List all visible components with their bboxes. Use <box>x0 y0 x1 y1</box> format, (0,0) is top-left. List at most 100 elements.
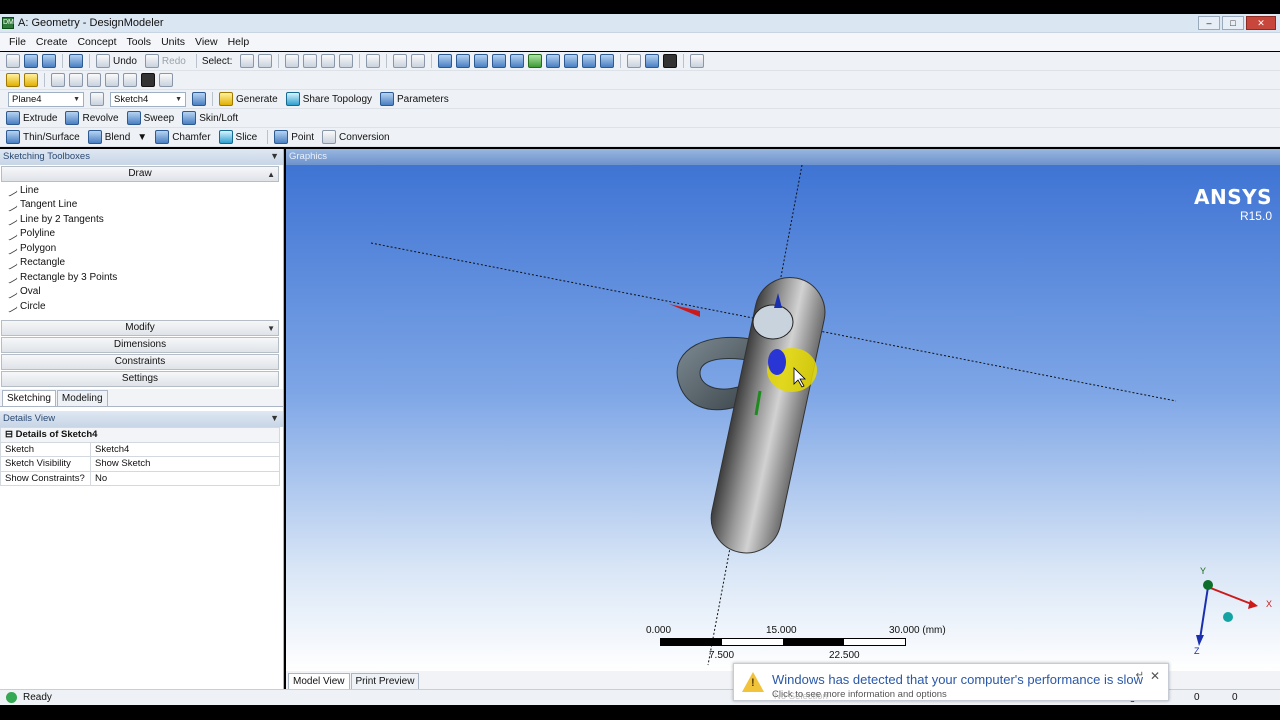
isometric-view-icon[interactable] <box>600 54 615 68</box>
generate-icon[interactable] <box>219 92 233 106</box>
collapse-icon[interactable]: ⊟ <box>5 429 16 440</box>
plane-select[interactable]: Plane4 ▼ <box>8 91 84 107</box>
toolbox-modify[interactable]: Modify ▼ <box>1 320 279 336</box>
box-zoom-icon[interactable] <box>492 54 507 68</box>
hole-marker[interactable] <box>752 304 794 340</box>
extrude-button[interactable]: Extrude <box>23 113 57 124</box>
tab-model-view[interactable]: Model View <box>288 673 350 689</box>
menu-create[interactable]: Create <box>31 36 73 48</box>
conversion-icon[interactable] <box>322 130 337 144</box>
tab-sketching[interactable]: Sketching <box>2 390 56 406</box>
details-title[interactable]: ⊟ Details of Sketch4 <box>0 427 280 443</box>
parameters-button[interactable]: Parameters <box>397 94 449 105</box>
face-color-icon[interactable] <box>6 73 20 87</box>
magnifier-icon[interactable] <box>528 54 543 68</box>
display-model-icon[interactable] <box>645 54 660 68</box>
graphics-viewport[interactable]: Y Z X ANSYS R15.0 0.000 15.000 30.000 (m… <box>286 164 1280 671</box>
chamfer-button[interactable]: Chamfer <box>172 132 210 143</box>
revolve-button[interactable]: Revolve <box>82 113 118 124</box>
sweep-icon[interactable] <box>126 111 141 125</box>
thin-surface-icon[interactable] <box>6 130 20 144</box>
zoom-fit-icon[interactable] <box>510 54 525 68</box>
generate-button[interactable]: Generate <box>236 94 278 105</box>
box-select-icon[interactable] <box>411 54 426 68</box>
pin-icon[interactable]: ↵ <box>1136 670 1144 681</box>
redo-button[interactable]: Redo <box>162 56 186 67</box>
display-points-icon[interactable] <box>663 54 678 68</box>
context-help-icon[interactable] <box>690 54 705 68</box>
skin-loft-button[interactable]: Skin/Loft <box>199 113 238 124</box>
menu-view[interactable]: View <box>190 36 223 48</box>
select-mode-icon[interactable] <box>240 54 255 68</box>
share-topology-button[interactable]: Share Topology <box>303 94 372 105</box>
save-as-icon[interactable] <box>42 54 56 68</box>
zoom-icon[interactable] <box>474 54 489 68</box>
select-points-icon[interactable] <box>285 54 300 68</box>
minimize-button[interactable]: – <box>1198 16 1220 30</box>
edge-style-5-icon[interactable] <box>123 73 137 87</box>
revolve-icon[interactable] <box>65 111 80 125</box>
pin-icon[interactable]: ▼ <box>270 413 279 423</box>
select-faces-icon[interactable] <box>321 54 336 68</box>
draw-tool-tangent-line[interactable]: Tangent Line <box>0 197 283 213</box>
toolbox-constraints[interactable]: Constraints <box>1 354 279 370</box>
select-filter-icon[interactable] <box>258 54 273 68</box>
draw-tool-line[interactable]: Line <box>0 183 283 198</box>
close-button[interactable]: ✕ <box>1246 16 1276 30</box>
details-value[interactable]: No <box>90 470 280 486</box>
select-edges-icon[interactable] <box>303 54 318 68</box>
conversion-button[interactable]: Conversion <box>339 132 390 143</box>
edge-style-4-icon[interactable] <box>105 73 119 87</box>
zoom-out-icon[interactable] <box>546 54 561 68</box>
blend-icon[interactable] <box>87 130 102 144</box>
draw-tool-rectangle-by-3-points[interactable]: Rectangle by 3 Points <box>0 270 283 285</box>
undo-icon[interactable] <box>96 54 110 68</box>
point-icon[interactable] <box>274 130 289 144</box>
draw-tool-circle[interactable]: Circle <box>0 299 283 314</box>
edge-color-icon[interactable] <box>24 73 38 87</box>
skin-loft-icon[interactable] <box>182 111 197 125</box>
next-view-icon[interactable] <box>582 54 597 68</box>
tab-print-preview[interactable]: Print Preview <box>350 673 420 689</box>
thin-surface-button[interactable]: Thin/Surface <box>23 132 80 143</box>
toolbox-draw[interactable]: Draw ▲ <box>1 166 279 182</box>
rotate-icon[interactable] <box>438 54 453 68</box>
notification-message[interactable]: Windows has detected that your computer'… <box>772 672 1143 687</box>
extrude-icon[interactable] <box>6 111 20 125</box>
extend-selection-icon[interactable] <box>366 54 381 68</box>
point-button[interactable]: Point <box>291 132 314 143</box>
pin-icon[interactable]: ▼ <box>270 151 279 161</box>
share-topology-icon[interactable] <box>285 92 300 106</box>
screenshot-icon[interactable] <box>69 54 83 68</box>
performance-notification[interactable]: ! Windows has detected that your compute… <box>733 663 1169 702</box>
menu-tools[interactable]: Tools <box>122 36 157 48</box>
close-icon[interactable]: ✕ <box>1150 669 1160 683</box>
collapse-icon[interactable]: ▲ <box>267 168 275 182</box>
draw-tool-oval[interactable]: Oval <box>0 284 283 300</box>
draw-tool-polygon[interactable]: Polygon <box>0 241 283 256</box>
edge-style-1-icon[interactable] <box>51 73 65 87</box>
slice-icon[interactable] <box>218 130 233 144</box>
draw-tool-line-by-2-tangents[interactable]: Line by 2 Tangents <box>0 212 283 227</box>
select-bodies-icon[interactable] <box>339 54 354 68</box>
new-icon[interactable] <box>6 54 20 68</box>
menu-file[interactable]: File <box>4 36 31 48</box>
expand-icon[interactable]: ▼ <box>267 322 275 336</box>
slice-button[interactable]: Slice <box>236 132 258 143</box>
pan-icon[interactable] <box>456 54 471 68</box>
details-value[interactable]: Show Sketch <box>90 456 280 472</box>
edge-style-3-icon[interactable] <box>87 73 101 87</box>
details-value[interactable]: Sketch4 <box>90 441 280 457</box>
save-icon[interactable] <box>24 54 38 68</box>
edge-direction-icon[interactable] <box>141 73 155 87</box>
sweep-button[interactable]: Sweep <box>144 113 175 124</box>
sketch-select[interactable]: Sketch4 ▼ <box>110 91 186 107</box>
menu-concept[interactable]: Concept <box>72 36 121 48</box>
menu-help[interactable]: Help <box>223 36 255 48</box>
blend-button[interactable]: Blend <box>105 132 131 143</box>
blend-dropdown-icon[interactable]: ▼ <box>137 132 147 143</box>
maximize-button[interactable]: □ <box>1222 16 1244 30</box>
redo-icon[interactable] <box>144 54 159 68</box>
edge-style-2-icon[interactable] <box>69 73 83 87</box>
parameters-icon[interactable] <box>380 92 395 106</box>
